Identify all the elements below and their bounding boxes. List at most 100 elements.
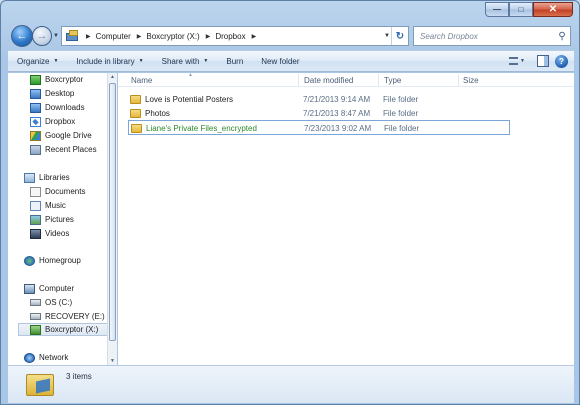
- column-divider[interactable]: [458, 74, 459, 86]
- file-type: File folder: [383, 109, 419, 118]
- scroll-down-icon[interactable]: ▼: [109, 358, 116, 364]
- sidebar-item-label: Computer: [39, 284, 75, 293]
- forward-button[interactable]: →: [32, 26, 52, 46]
- file-date: 7/23/2013 9:02 AM: [304, 124, 372, 133]
- sidebar-item-label: Boxcryptor: [45, 75, 84, 84]
- minimize-button[interactable]: —: [485, 2, 509, 17]
- file-name: Liane's Private Files_encrypted: [146, 124, 257, 133]
- sidebar-item-label: Pictures: [45, 215, 74, 224]
- sidebar-item-desktop[interactable]: Desktop: [30, 87, 110, 100]
- search-icon[interactable]: ⚲: [554, 31, 570, 42]
- sidebar-item-recent-places[interactable]: Recent Places: [30, 143, 110, 156]
- column-header-size[interactable]: Size: [463, 76, 479, 85]
- videos-icon: [30, 228, 41, 239]
- sidebar-item-recovery-drive[interactable]: RECOVERY (E:): [30, 310, 110, 323]
- search-input[interactable]: Search Dropbox: [420, 32, 554, 41]
- search-box[interactable]: Search Dropbox ⚲: [413, 26, 571, 46]
- breadcrumb-separator-icon[interactable]: ▶: [137, 33, 142, 40]
- sidebar-item-libraries[interactable]: Libraries: [24, 171, 110, 184]
- table-row[interactable]: Liane's Private Files_encrypted 7/23/201…: [128, 120, 510, 135]
- sidebar-item-boxcryptor[interactable]: Boxcryptor: [30, 73, 110, 86]
- share-with-button[interactable]: Share with ▼: [153, 51, 218, 71]
- close-button[interactable]: ✕: [533, 2, 573, 17]
- boxcryptor-icon: [30, 74, 41, 85]
- address-bar[interactable]: ▶ Computer ▶ Boxcryptor (X:) ▶ Dropbox ▶…: [61, 26, 409, 46]
- details-pane: 3 items: [8, 365, 574, 403]
- burn-label: Burn: [226, 56, 244, 66]
- breadcrumb-separator-icon[interactable]: ▶: [252, 33, 257, 40]
- address-history-dropdown[interactable]: ▼: [384, 33, 390, 39]
- chevron-down-icon: ▼: [520, 58, 525, 64]
- sidebar-item-label: Libraries: [39, 173, 70, 182]
- help-button[interactable]: ?: [555, 54, 568, 68]
- homegroup-icon: [24, 255, 35, 266]
- folder-icon: [130, 109, 141, 118]
- new-folder-label: New folder: [261, 56, 300, 66]
- back-button[interactable]: ←: [11, 25, 33, 47]
- sidebar-item-label: Homegroup: [39, 256, 81, 265]
- navigation-pane: Boxcryptor Desktop Downloads Dropbox Goo…: [8, 73, 111, 365]
- chevron-down-icon: ▼: [138, 58, 144, 64]
- sidebar-item-downloads[interactable]: Downloads: [30, 101, 110, 114]
- sidebar-item-os-drive[interactable]: OS (C:): [30, 296, 110, 309]
- change-view-button[interactable]: ▼: [509, 54, 531, 68]
- breadcrumb-boxcryptor[interactable]: Boxcryptor (X:): [146, 32, 199, 41]
- column-headers: ▲ Name Date modified Type Size: [118, 72, 574, 87]
- column-divider[interactable]: [298, 74, 299, 86]
- sidebar-item-homegroup[interactable]: Homegroup: [24, 254, 110, 267]
- folder-icon: [130, 95, 141, 104]
- maximize-button[interactable]: □: [509, 2, 533, 17]
- table-row[interactable]: Love is Potential Posters 7/21/2013 9:14…: [128, 92, 510, 107]
- network-icon: [24, 352, 35, 363]
- libraries-icon: [24, 172, 35, 183]
- scrollbar-thumb[interactable]: [109, 83, 116, 341]
- desktop-icon: [30, 88, 41, 99]
- sidebar-item-documents[interactable]: Documents: [30, 185, 110, 198]
- include-in-library-button[interactable]: Include in library ▼: [67, 51, 152, 71]
- column-header-name[interactable]: Name: [131, 76, 152, 85]
- breadcrumb-separator-icon[interactable]: ▶: [86, 33, 91, 40]
- pictures-icon: [30, 214, 41, 225]
- burn-button[interactable]: Burn: [217, 51, 252, 71]
- sidebar-item-label: OS (C:): [45, 298, 73, 307]
- views-icon: [509, 57, 518, 65]
- breadcrumb: ▶ Computer ▶ Boxcryptor (X:) ▶ Dropbox ▶: [80, 32, 261, 41]
- caption-buttons: — □ ✕: [485, 2, 573, 17]
- table-row[interactable]: Photos 7/21/2013 8:47 AM File folder: [128, 106, 510, 121]
- breadcrumb-computer[interactable]: Computer: [96, 32, 131, 41]
- documents-icon: [30, 186, 41, 197]
- sidebar-item-network[interactable]: Network: [24, 351, 110, 364]
- sidebar-item-label: Google Drive: [45, 131, 92, 140]
- column-header-date[interactable]: Date modified: [304, 76, 353, 85]
- breadcrumb-separator-icon[interactable]: ▶: [206, 33, 211, 40]
- folder-icon: [131, 124, 142, 133]
- new-folder-button[interactable]: New folder: [252, 51, 308, 71]
- sidebar-item-label: Downloads: [45, 103, 85, 112]
- sidebar-item-pictures[interactable]: Pictures: [30, 213, 110, 226]
- sidebar-item-music[interactable]: Music: [30, 199, 110, 212]
- sidebar-item-google-drive[interactable]: Google Drive: [30, 129, 110, 142]
- file-list: ▲ Name Date modified Type Size Love is P…: [118, 72, 574, 365]
- sidebar-item-computer[interactable]: Computer: [24, 282, 110, 295]
- sidebar-item-dropbox[interactable]: Dropbox: [30, 115, 110, 128]
- chevron-down-icon: ▼: [203, 58, 209, 64]
- music-icon: [30, 200, 41, 211]
- breadcrumb-dropbox[interactable]: Dropbox: [215, 32, 245, 41]
- navigation-scrollbar[interactable]: ▲ ▼: [107, 73, 117, 365]
- refresh-button[interactable]: ↻: [391, 27, 408, 45]
- column-divider[interactable]: [378, 74, 379, 86]
- organize-button[interactable]: Organize ▼: [8, 51, 67, 71]
- sidebar-item-boxcryptor-drive[interactable]: Boxcryptor (X:): [18, 323, 110, 336]
- downloads-icon: [30, 102, 41, 113]
- preview-pane-button[interactable]: [537, 55, 549, 67]
- recent-pages-dropdown[interactable]: ▼: [53, 33, 59, 39]
- drive-icon: [30, 299, 41, 306]
- scroll-up-icon[interactable]: ▲: [109, 74, 116, 80]
- explorer-window: — □ ✕ ← → ▼ ▶ Computer ▶ Boxcryptor (X:)…: [0, 0, 580, 405]
- back-arrow-icon: ←: [16, 29, 28, 42]
- sidebar-item-videos[interactable]: Videos: [30, 227, 110, 240]
- column-header-type[interactable]: Type: [384, 76, 401, 85]
- sort-arrow-icon: ▲: [188, 72, 193, 78]
- sidebar-item-label: Boxcryptor (X:): [45, 325, 99, 334]
- include-in-library-label: Include in library: [76, 56, 135, 66]
